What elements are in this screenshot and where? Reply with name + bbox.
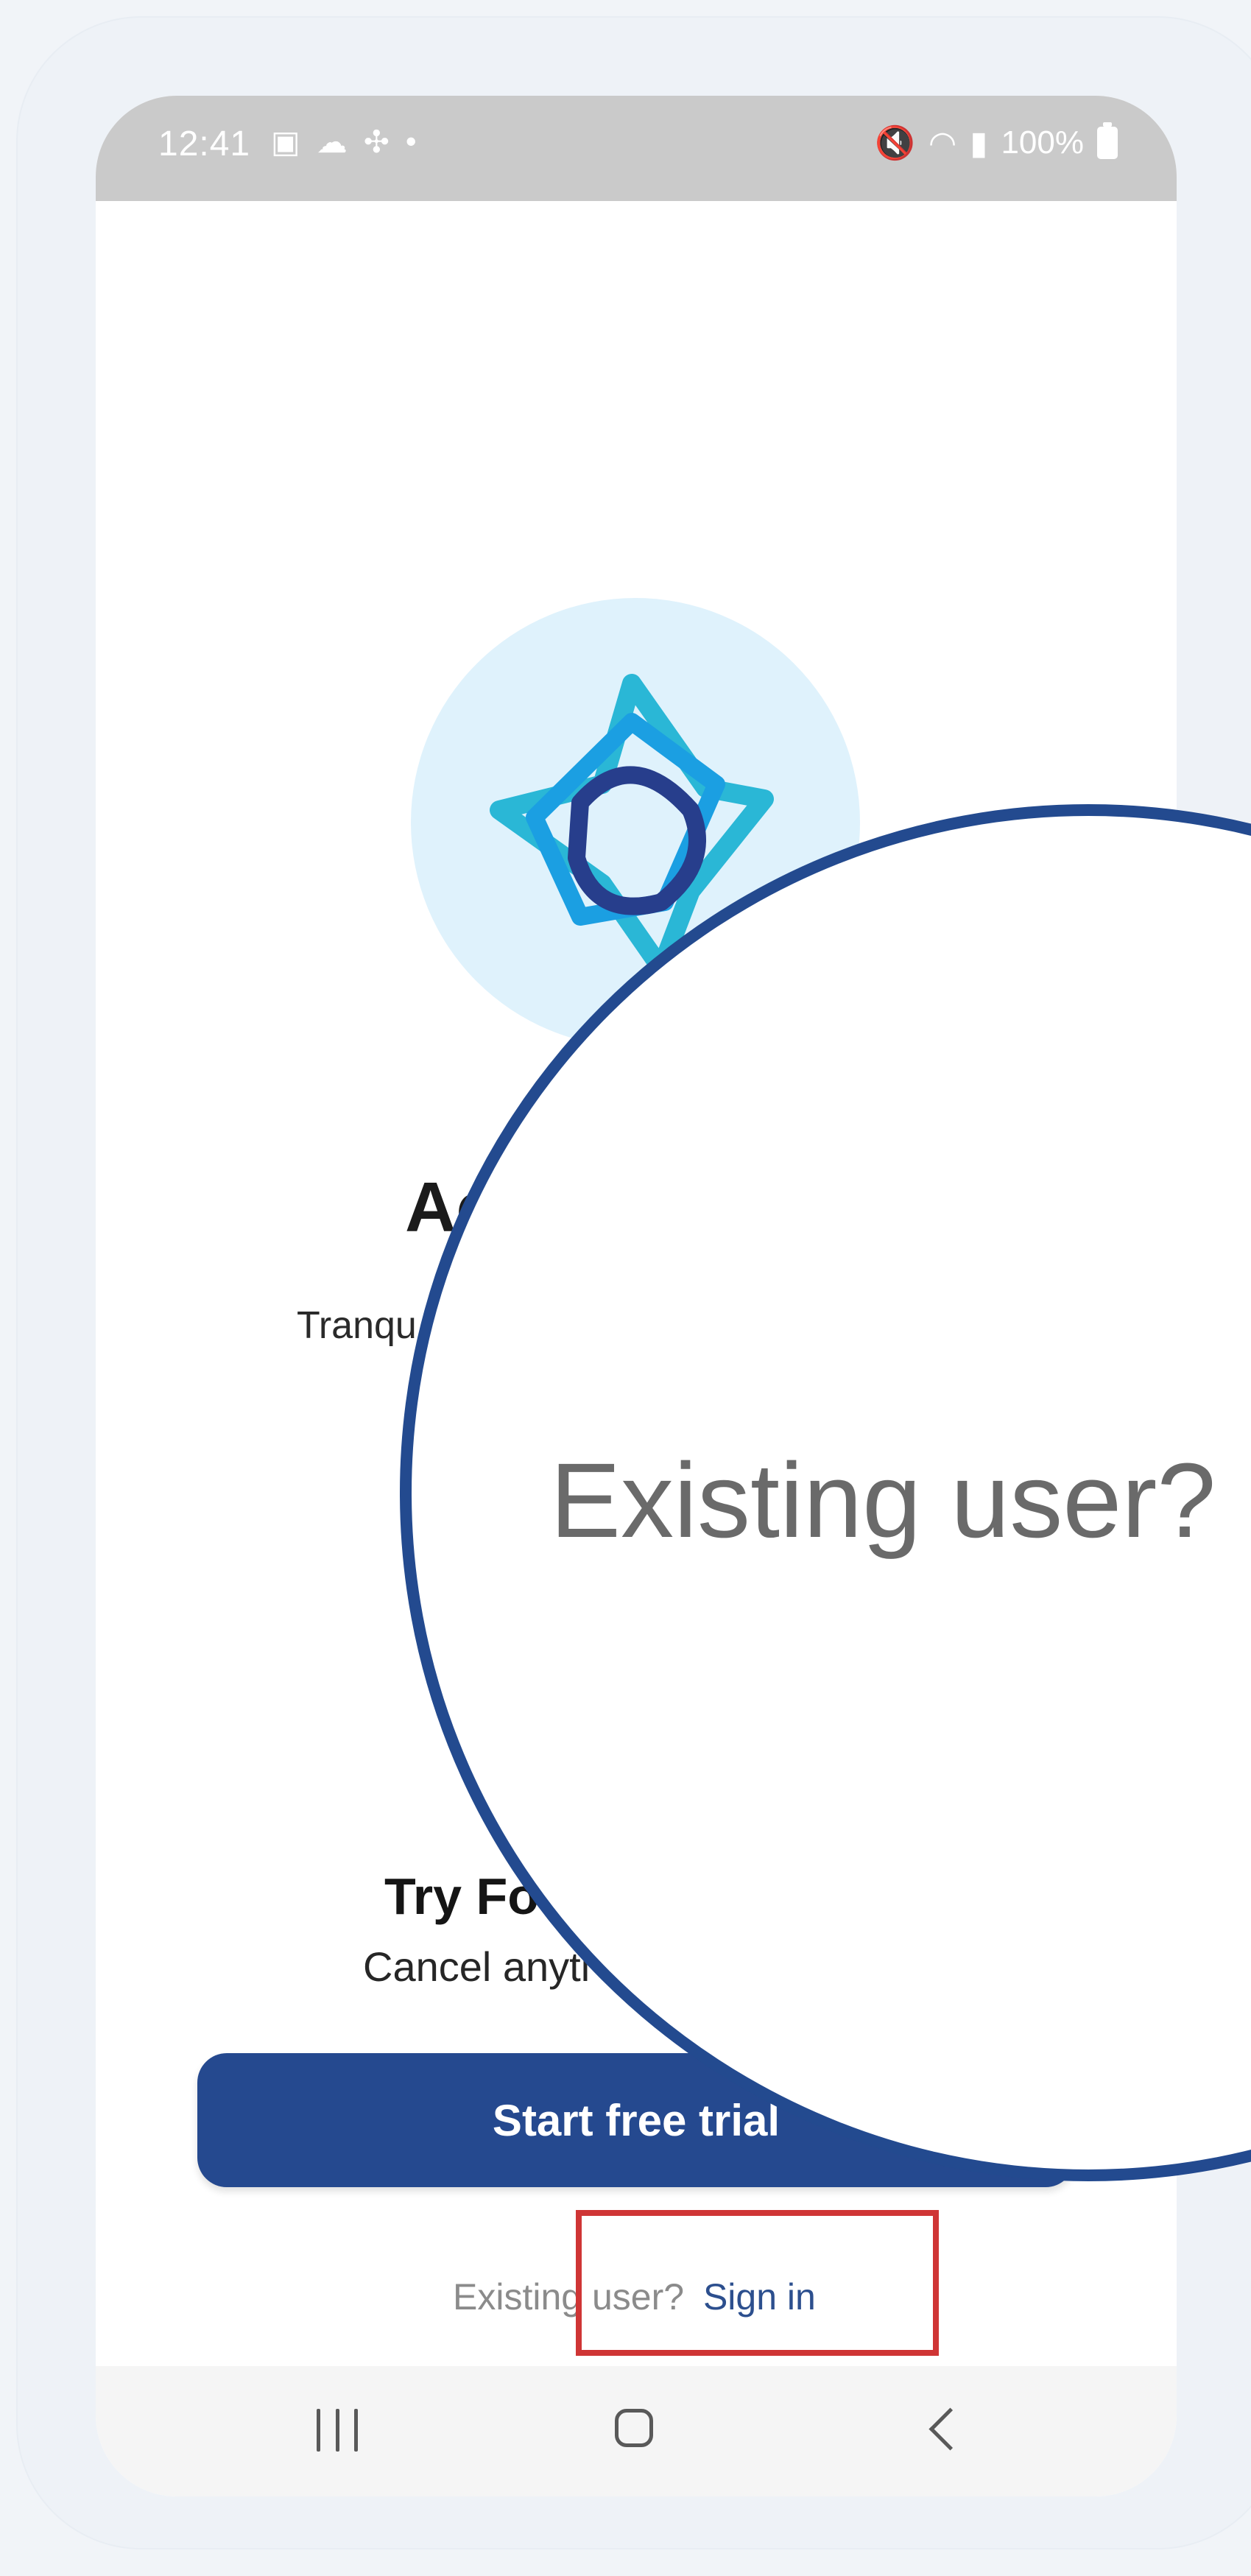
status-time: 12:41 [158, 124, 251, 163]
slack-icon: ✣ [363, 124, 390, 159]
status-bar: 12:41 ▣ ☁ ✣ • 🔇 ◠ ▮ 100% [96, 96, 1177, 201]
cloud-icon: ☁ [316, 124, 348, 159]
trial-subtitle: Cancel anyti [363, 1943, 591, 1990]
signal-icon: ▮ [970, 124, 988, 161]
screenshot-canvas: 12:41 ▣ ☁ ✣ • 🔇 ◠ ▮ 100% Ac Tranqu Try F… [0, 0, 1251, 2576]
gallery-icon: ▣ [271, 124, 300, 159]
sign-in-highlight-box [576, 2210, 939, 2356]
android-navigation-bar [96, 2366, 1177, 2496]
recent-apps-icon[interactable] [317, 2409, 358, 2452]
status-left-icons: ▣ ☁ ✣ • [271, 124, 417, 160]
battery-icon [1097, 122, 1118, 159]
back-icon[interactable] [928, 2407, 972, 2451]
status-right: 🔇 ◠ ▮ 100% [875, 122, 1118, 162]
dot-icon: • [405, 124, 417, 158]
mute-icon: 🔇 [875, 125, 915, 161]
magnified-existing-user-label: Existing user? [550, 1441, 1216, 1560]
app-tagline: Tranqu [297, 1304, 417, 1347]
wifi-icon: ◠ [928, 124, 957, 161]
home-icon[interactable] [615, 2409, 653, 2447]
battery-text: 100% [1001, 124, 1084, 161]
